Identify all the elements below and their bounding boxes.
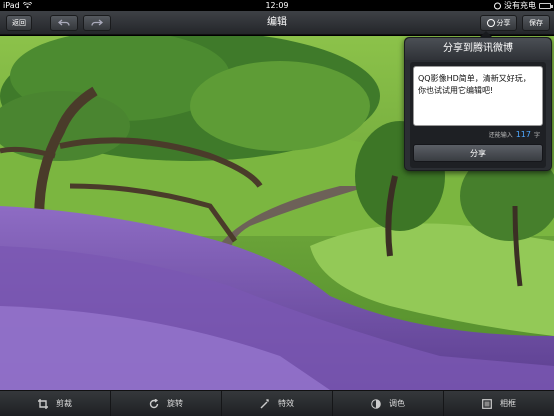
weibo-share-icon	[486, 19, 495, 27]
save-button[interactable]: 保存	[522, 15, 550, 31]
popover-body: QQ影像HD简单，清新又好玩，你也试试用它编辑吧! 还能输入 117 字 分享	[410, 62, 546, 168]
share-submit-button[interactable]: 分享	[413, 144, 543, 162]
tool-crop[interactable]: 剪裁	[0, 391, 111, 416]
tool-rotate[interactable]: 旋转	[111, 391, 222, 416]
status-bar: iPad 12:09 没有充电	[0, 0, 554, 11]
tool-color[interactable]: 调色	[333, 391, 444, 416]
frame-icon	[482, 398, 492, 409]
share-message-input[interactable]: QQ影像HD简单，清新又好玩，你也试试用它编辑吧!	[413, 66, 543, 126]
share-button[interactable]: 分享	[480, 15, 517, 31]
popover-title: 分享到腾讯微博	[405, 38, 551, 60]
color-adjust-icon	[371, 398, 381, 409]
tool-label: 剪裁	[56, 399, 72, 408]
remaining-chars: 还能输入 117 字	[489, 130, 540, 139]
remaining-count: 117	[515, 130, 531, 139]
tool-frame[interactable]: 相框	[444, 391, 554, 416]
battery-icon	[539, 2, 553, 9]
status-time: 12:09	[265, 1, 289, 10]
tool-label: 调色	[389, 399, 405, 408]
tool-label: 旋转	[167, 399, 183, 408]
crop-icon	[38, 398, 48, 409]
tool-label: 特效	[278, 399, 294, 408]
charging-text: 没有充电	[504, 1, 536, 10]
page-title: 编辑	[267, 17, 287, 28]
share-button-label: 分享	[496, 19, 511, 27]
remaining-label: 还能输入	[488, 132, 513, 139]
status-right: 没有充电	[494, 0, 553, 11]
tool-label: 相框	[500, 399, 516, 408]
lock-rotation-icon	[494, 2, 501, 9]
rotate-icon	[149, 398, 159, 408]
tool-effects[interactable]: 特效	[222, 391, 333, 416]
effects-icon	[260, 398, 269, 408]
share-popover: 分享到腾讯微博 QQ影像HD简单，清新又好玩，你也试试用它编辑吧! 还能输入 1…	[404, 37, 552, 171]
bottom-toolbar: 剪裁 旋转 特效 调色 相框	[0, 390, 554, 416]
navigation-bar: 返回 编辑 分享 保存	[0, 11, 554, 35]
remaining-unit: 字	[533, 132, 540, 139]
